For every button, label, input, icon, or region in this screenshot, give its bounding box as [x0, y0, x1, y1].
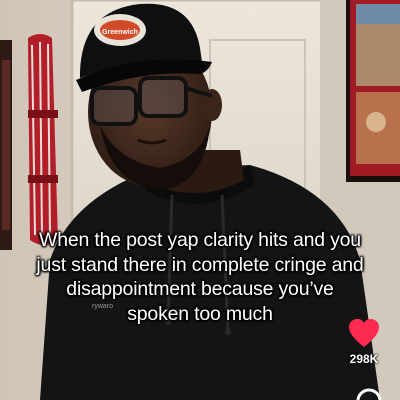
like-button[interactable]: 298K	[340, 318, 388, 366]
hat-logo-text: Greenwich	[102, 29, 138, 36]
caption-line: disappointment because you’ve	[66, 278, 334, 300]
circle-icon[interactable]	[356, 388, 382, 400]
video-player[interactable]: Greenwich rywaro When the post yap clari…	[0, 0, 400, 400]
video-caption: When the post yap clarity hits and you j…	[10, 228, 390, 326]
like-count: 298K	[349, 352, 379, 366]
caption-line: spoken too much	[127, 302, 273, 325]
caption-line: just stand there in complete cringe and	[36, 253, 364, 276]
caption-line: When the post yap clarity hits and you	[39, 229, 361, 251]
heart-icon[interactable]	[348, 318, 380, 348]
